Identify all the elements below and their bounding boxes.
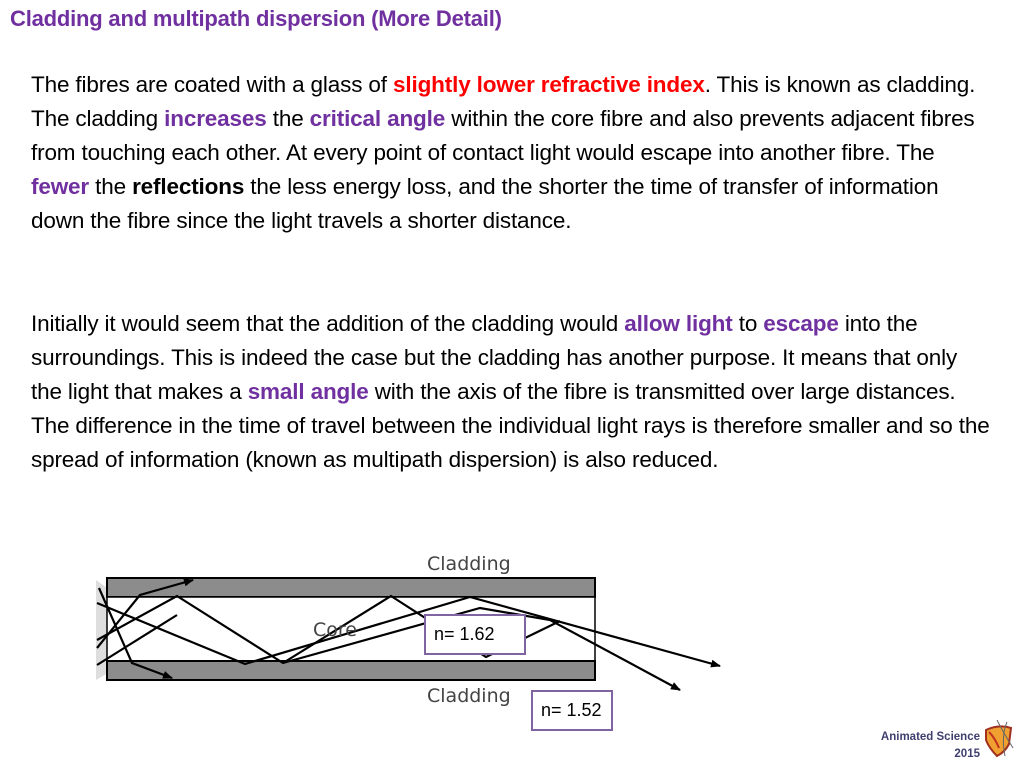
cladding-bottom [106,660,596,681]
label-cladding-top: Cladding [427,553,511,575]
footer-brand: Animated Science 2015 [881,729,980,763]
brand-year: 2015 [954,748,980,760]
brand-name: Animated Science [880,731,980,743]
label-cladding-bottom: Cladding [427,685,511,707]
core-index-label: n= 1.62 [424,614,526,655]
cladding-index-label: n= 1.52 [531,690,613,731]
cladding-top [106,577,596,598]
label-core: Core [313,619,357,641]
shield-logo-icon [985,719,1014,758]
